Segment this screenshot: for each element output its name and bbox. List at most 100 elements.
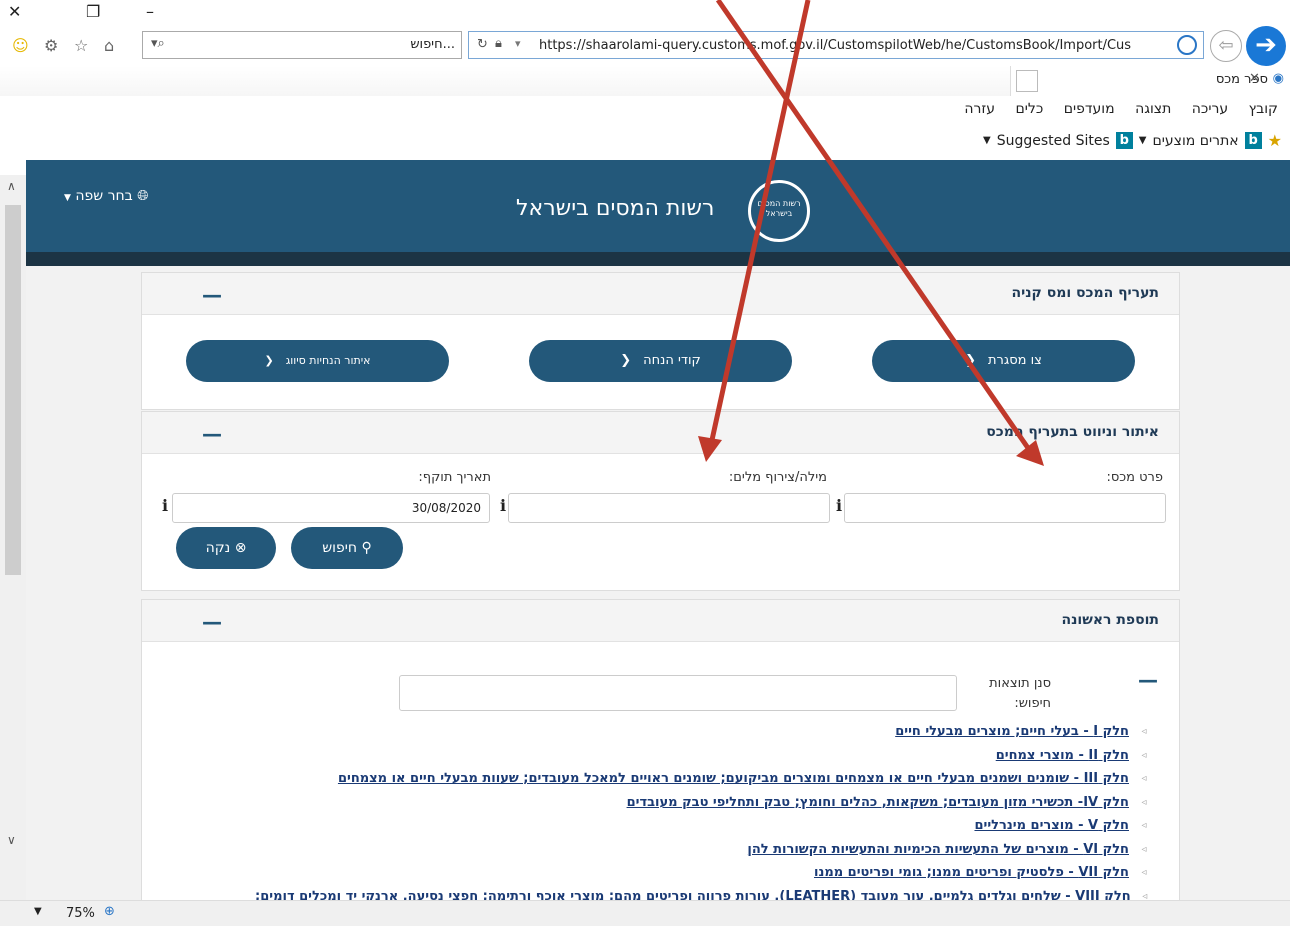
effective-date-input[interactable]: 30/08/2020 <box>172 493 490 523</box>
fav-suggested-en[interactable]: Suggested Sites <box>997 133 1110 149</box>
words-input[interactable] <box>508 493 830 523</box>
menu-file[interactable]: קובץ <box>1249 101 1278 117</box>
browser-search-box[interactable]: ▾⌕ חיפוש... <box>142 31 462 59</box>
clear-button[interactable]: ⊗ נקה <box>176 527 276 569</box>
address-bar[interactable]: ↻ 🔒︎ ▾ https://shaarolami-query.customs.… <box>468 31 1204 59</box>
close-tab-icon[interactable]: ✕ <box>1249 71 1260 86</box>
discount-codes-label: קודי הנחה <box>643 353 701 368</box>
status-bar: ▼ 75% ⊕ <box>0 900 1290 926</box>
search-button-label: חיפוש <box>322 540 358 556</box>
menu-edit[interactable]: עריכה <box>1192 101 1228 117</box>
scroll-up-icon[interactable]: ∧ <box>7 179 16 193</box>
collapse-icon[interactable]: — <box>202 283 222 307</box>
search-dropdown-icon[interactable]: ▾⌕ <box>151 36 165 51</box>
search-button[interactable]: ⚲ חיפוש <box>291 527 403 569</box>
gear-icon[interactable]: ⚙ <box>44 36 58 55</box>
favorites-star-icon[interactable]: ☆ <box>74 36 88 55</box>
part-link[interactable]: חלק VI - מוצרים של התעשיות הכימיות והתעש… <box>747 838 1129 862</box>
filter-input[interactable] <box>399 675 957 711</box>
list-item: ◃ חלק V - מוצרים מינרליים <box>255 814 1155 838</box>
close-window-icon[interactable]: ✕ <box>8 2 21 21</box>
part-link[interactable]: חלק VII - פלסטיק ופריטים ממנו; גומי ופרי… <box>814 861 1129 885</box>
classification-guidelines-button[interactable]: איתור הנחיות סיווג ❮ <box>186 340 449 382</box>
panel-search-title: איתור וניווט בתעריף המכס <box>986 424 1159 440</box>
new-tab-icon[interactable] <box>1016 70 1038 92</box>
zoom-level[interactable]: 75% <box>66 906 95 921</box>
scroll-thumb[interactable] <box>5 205 21 575</box>
part-link[interactable]: חלק IV- תכשירי מזון מעובדים; משקאות, כהל… <box>627 791 1129 815</box>
compat-view-icon[interactable] <box>1177 35 1197 55</box>
address-dropdown-icon[interactable]: ▾ <box>515 37 521 50</box>
expand-triangle-icon[interactable]: ◃ <box>1133 814 1155 838</box>
home-icon[interactable]: ⌂ <box>104 36 114 55</box>
customs-item-input[interactable] <box>844 493 1166 523</box>
info-icon[interactable]: i <box>162 496 168 515</box>
menu-help[interactable]: עזרה <box>964 101 995 117</box>
expand-triangle-icon[interactable]: ◃ <box>1133 838 1155 862</box>
zoom-icon[interactable]: ⊕ <box>104 904 115 919</box>
info-icon[interactable]: i <box>836 496 842 515</box>
browser-chrome: ✕ ❐ – ☺ ⚙ ☆ ⌂ ▾⌕ חיפוש... ↻ 🔒︎ ▾ https:/… <box>0 0 1290 160</box>
forward-icon[interactable]: ➔ <box>1246 26 1286 66</box>
add-favorite-icon[interactable]: ★ <box>1268 131 1282 150</box>
bing-icon: b <box>1115 132 1133 149</box>
language-selector[interactable]: 🌐︎ בחר שפה ▼ <box>64 188 148 204</box>
tab-favicon-icon: ◉ <box>1272 71 1284 86</box>
clear-icon: ⊗ <box>234 540 247 556</box>
bing-icon: b <box>1244 132 1262 149</box>
part-link[interactable]: חלק II - מוצרי צמחים <box>996 744 1129 768</box>
collapse-tree-icon[interactable]: — <box>1138 668 1158 692</box>
menu-bar: קובץ עריכה תצוגה מועדפים כלים עזרה <box>948 101 1278 117</box>
restore-window-icon[interactable]: ❐ <box>86 2 100 21</box>
chevron-down-icon[interactable]: ▼ <box>983 135 991 146</box>
url-text: https://shaarolami-query.customs.mof.gov… <box>539 38 1132 53</box>
frame-order-label: צו מסגרת <box>988 353 1042 368</box>
language-label: בחר שפה <box>75 188 133 204</box>
part-link[interactable]: חלק V - מוצרים מינרליים <box>974 814 1129 838</box>
site-header: 🌐︎ בחר שפה ▼ רשות המסים בישראל רשות המסי… <box>26 160 1290 252</box>
list-item: ◃ חלק VI - מוצרים של התעשיות הכימיות והתע… <box>255 838 1155 862</box>
smiley-feedback-icon[interactable]: ☺ <box>12 36 29 55</box>
date-label: תאריך תוקף: <box>418 470 491 485</box>
list-item: ◃ חלק II - מוצרי צמחים <box>255 744 1155 768</box>
list-item: ◃ חלק IV- תכשירי מזון מעובדים; משקאות, כה… <box>255 791 1155 815</box>
info-icon[interactable]: i <box>500 496 506 515</box>
collapse-icon[interactable]: — <box>202 422 222 446</box>
chevron-left-icon: ❮ <box>620 353 632 368</box>
collapse-icon[interactable]: — <box>202 610 222 634</box>
chevron-down-icon[interactable]: ▼ <box>1139 135 1147 146</box>
refresh-icon[interactable]: ↻ <box>477 37 488 52</box>
panel-tariff: תעריף המכס ומס קניה — צו מסגרת ❮ קודי הנח… <box>141 272 1180 410</box>
part-link[interactable]: חלק I - בעלי חיים; מוצרים מבעלי חיים <box>895 720 1129 744</box>
menu-view[interactable]: תצוגה <box>1135 101 1171 117</box>
tab-customs-book[interactable]: ספר מכס ◉ ✕ <box>1010 66 1290 96</box>
fav-suggested-he[interactable]: אתרים מוצעים <box>1153 133 1239 149</box>
discount-codes-button[interactable]: קודי הנחה ❮ <box>529 340 792 382</box>
panel-tariff-header: תעריף המכס ומס קניה — <box>142 273 1179 315</box>
favorites-bar: ★ b אתרים מוצעים ▼ b Suggested Sites ▼ <box>983 131 1282 150</box>
tariff-parts-list: ◃ חלק I - בעלי חיים; מוצרים מבעלי חיים ◃ ח… <box>255 720 1155 908</box>
zoom-dropdown-icon[interactable]: ▼ <box>34 906 42 917</box>
menu-tools[interactable]: כלים <box>1015 101 1043 117</box>
globe-icon: 🌐︎ <box>137 188 149 204</box>
part-link[interactable]: חלק III - שומנים ושמנים מבעלי חיים או מצ… <box>338 767 1129 791</box>
expand-triangle-icon[interactable]: ◃ <box>1133 720 1155 744</box>
expand-triangle-icon[interactable]: ◃ <box>1133 861 1155 885</box>
scroll-down-icon[interactable]: ∨ <box>7 833 16 847</box>
list-item: ◃ חלק VII - פלסטיק ופריטים ממנו; גומי ופר… <box>255 861 1155 885</box>
back-icon[interactable]: ⇦ <box>1210 30 1242 62</box>
expand-triangle-icon[interactable]: ◃ <box>1133 767 1155 791</box>
panel-tariff-title: תעריף המכס ומס קניה <box>1011 285 1159 301</box>
page-scrollbar[interactable]: ∧ ∨ <box>0 175 26 900</box>
frame-order-button[interactable]: צו מסגרת ❮ <box>872 340 1135 382</box>
list-item: ◃ חלק I - בעלי חיים; מוצרים מבעלי חיים <box>255 720 1155 744</box>
filter-label: סנן תוצאות חיפוש: <box>989 676 1051 711</box>
tab-title: ספר מכס <box>1215 72 1268 87</box>
expand-triangle-icon[interactable]: ◃ <box>1133 744 1155 768</box>
words-label: מילה/צירוף מלים: <box>728 470 827 485</box>
chevron-left-icon: ❮ <box>264 354 274 367</box>
chevron-down-icon: ▼ <box>64 193 71 203</box>
expand-triangle-icon[interactable]: ◃ <box>1133 791 1155 815</box>
menu-favorites[interactable]: מועדפים <box>1064 101 1115 117</box>
minimize-window-icon[interactable]: – <box>146 2 154 21</box>
